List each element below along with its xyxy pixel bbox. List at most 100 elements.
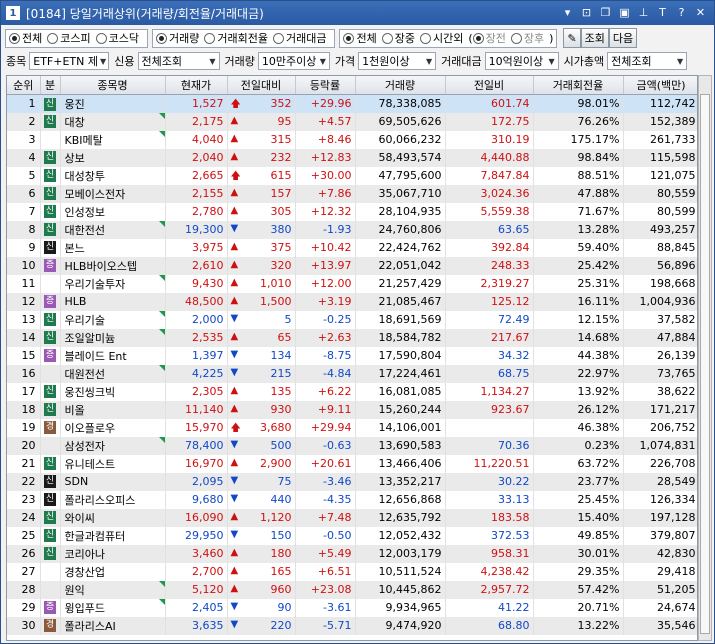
table-row[interactable]: 30 경 폴라리스AI 3,635 ▼ 220 -5.71 9,474,920 68.80 13.… — [7, 616, 697, 635]
cap-select[interactable]: 전체조회 ▼ — [607, 52, 688, 70]
stock-name-cell[interactable]: 우리기술 — [60, 310, 166, 329]
col-price[interactable]: 현재가 — [165, 76, 228, 95]
table-row[interactable]: 5 신 대성창투 2,665 🡅 615 +30.00 47,795,600 7,847.84 8… — [7, 166, 697, 185]
menu-icon[interactable]: ▾ — [560, 5, 575, 20]
table-row[interactable]: 18 신 비올 11,140 ▲ 930 +9.11 15,260,244 923.67 26.1… — [7, 400, 697, 419]
stock-name-cell[interactable]: 폴라리스AI — [60, 616, 166, 635]
stock-name-cell[interactable]: 우리기술투자 — [60, 274, 166, 293]
scrollbar-thumb[interactable] — [700, 94, 710, 634]
table-row[interactable]: 25 신 한글과컴퓨터 29,950 ▼ 150 -0.50 12,052,432 372.53… — [7, 526, 697, 545]
stock-name-cell[interactable]: 조일알미늄 — [60, 328, 166, 347]
radio-post-market[interactable]: 장후 — [510, 30, 544, 46]
radio-sort-amount[interactable]: 거래대금 — [272, 30, 326, 46]
table-row[interactable]: 24 신 와이씨 16,090 ▲ 1,120 +7.48 12,635,792 183.58 1… — [7, 508, 697, 527]
table-row[interactable]: 6 신 모베이스전자 2,155 ▲ 157 +7.86 35,067,710 3,024.36… — [7, 184, 697, 203]
stock-name-cell[interactable]: 대창 — [60, 112, 166, 131]
col-change[interactable]: 전일대비 — [227, 76, 296, 95]
volume-select[interactable]: 10만주이상 ▼ — [257, 52, 330, 70]
font-icon[interactable]: T — [655, 5, 670, 20]
table-row[interactable]: 26 신 코리아나 3,460 ▲ 180 +5.49 12,003,179 958.31 30.… — [7, 544, 697, 563]
stock-name-cell[interactable]: 대한전선 — [60, 220, 166, 239]
stock-name-cell[interactable]: 웅진씽크빅 — [60, 382, 166, 401]
stock-name-cell[interactable]: 이오플로우 — [60, 418, 166, 437]
table-row[interactable]: 7 신 인성정보 2,780 ▲ 305 +12.32 28,104,935 5,559.38 7… — [7, 202, 697, 221]
stock-name-cell[interactable]: 대성창투 — [60, 166, 166, 185]
table-row[interactable]: 2 신 대창 2,175 ▲ 95 +4.57 69,505,626 172.75 76.26% 1… — [7, 112, 697, 131]
radio-market-all[interactable]: 전체 — [9, 30, 42, 46]
help-icon[interactable]: ? — [674, 5, 689, 20]
stock-name-cell[interactable]: 한글과컴퓨터 — [60, 526, 166, 545]
table-row[interactable]: 29 증 윙입푸드 2,405 ▼ 90 -3.61 9,934,965 41.22 20.71%… — [7, 598, 697, 617]
stock-name-cell[interactable]: 대원전선 — [60, 364, 166, 383]
table-row[interactable]: 12 증 HLB 48,500 ▲ 1,500 +3.19 21,085,467 125.12 1… — [7, 292, 697, 311]
table-row[interactable]: 10 증 HLB바이오스텝 2,610 ▲ 320 +13.97 22,051,042 248.… — [7, 256, 697, 275]
table-row[interactable]: 3 KBI메탈 4,040 ▲ 315 +8.46 60,066,232 310.19 175.… — [7, 130, 697, 149]
table-row[interactable]: 16 대원전선 4,225 ▼ 215 -4.84 17,224,461 68.75 22.97… — [7, 364, 697, 383]
radio-sort-turnover[interactable]: 거래회전율 — [204, 30, 268, 46]
stock-name-cell[interactable]: 윙입푸드 — [60, 598, 166, 617]
col-prev-ratio[interactable]: 전일비 — [445, 76, 534, 95]
table-row[interactable]: 28 원익 5,120 ▲ 960 +23.08 10,445,862 2,957.72 57.… — [7, 580, 697, 599]
stock-name-cell[interactable]: 블레이드 Ent — [60, 346, 166, 365]
table-row[interactable]: 4 신 상보 2,040 ▲ 232 +12.83 58,493,574 4,440.88 98.… — [7, 148, 697, 167]
table-row[interactable]: 19 경 이오플로우 15,970 🡅 3,680 +29.94 14,106,001 46.3… — [7, 418, 697, 437]
close-icon[interactable]: ✕ — [693, 5, 708, 20]
stock-name-cell[interactable]: 인성정보 — [60, 202, 166, 221]
window-icon[interactable]: ❐ — [598, 5, 613, 20]
price-select[interactable]: 1천원이상 ▼ — [358, 52, 437, 70]
table-row[interactable]: 13 신 우리기술 2,000 ▼ 5 -0.25 18,691,569 72.49 12.15%… — [7, 310, 697, 329]
stock-name-cell[interactable]: SDN — [60, 472, 166, 491]
stock-name-cell[interactable]: 유니테스트 — [60, 454, 166, 473]
col-turnover[interactable]: 거래회전율 — [533, 76, 624, 95]
table-row[interactable]: 22 신 SDN 2,095 ▼ 75 -3.46 13,352,217 30.22 23.77%… — [7, 472, 697, 491]
radio-market-kospi[interactable]: 코스피 — [47, 30, 91, 46]
stock-name-cell[interactable]: 본느 — [60, 238, 166, 257]
table-row[interactable]: 8 신 대한전선 19,300 ▼ 380 -1.93 24,760,806 63.65 13.2… — [7, 220, 697, 239]
item-select[interactable]: ETF+ETN 제 ▼ — [29, 52, 110, 70]
col-amount[interactable]: 금액(백만) — [623, 76, 697, 95]
table-row[interactable]: 15 증 블레이드 Ent 1,397 ▼ 134 -8.75 17,590,804 34.32… — [7, 346, 697, 365]
table-row[interactable]: 9 신 본느 3,975 ▲ 375 +10.42 22,424,762 392.84 59.40… — [7, 238, 697, 257]
settings-button[interactable]: ✎ — [563, 28, 581, 48]
table-row[interactable]: 17 신 웅진씽크빅 2,305 ▲ 135 +6.22 16,081,085 1,134.27… — [7, 382, 697, 401]
stock-name-cell[interactable]: 웅진 — [60, 94, 166, 113]
vertical-scrollbar[interactable] — [698, 75, 712, 641]
credit-select[interactable]: 전체조회 ▼ — [137, 52, 220, 70]
m-icon[interactable]: ⊡ — [579, 5, 594, 20]
stock-name-cell[interactable]: 폴라리스오피스 — [60, 490, 166, 509]
copy-icon[interactable]: ▣ — [617, 5, 632, 20]
amount-select[interactable]: 10억원이상 ▼ — [484, 52, 559, 70]
stock-name-cell[interactable]: HLB바이오스텝 — [60, 256, 166, 275]
radio-session-afterhours[interactable]: 시간외 — [419, 30, 463, 46]
table-row[interactable]: 20 삼성전자 78,400 ▼ 500 -0.63 13,690,583 70.36 0.23… — [7, 436, 697, 455]
query-button[interactable]: 조회 — [580, 28, 609, 48]
stock-name-cell[interactable]: 원익 — [60, 580, 166, 599]
radio-session-all[interactable]: 전체 — [343, 30, 377, 46]
radio-pre-market[interactable]: 장전 — [472, 30, 506, 46]
pin-icon[interactable]: ⊥ — [636, 5, 651, 20]
radio-market-kosdaq[interactable]: 코스닥 — [95, 30, 139, 46]
stock-name-cell[interactable]: 와이씨 — [60, 508, 166, 527]
stock-name-cell[interactable]: 상보 — [60, 148, 166, 167]
stock-name-cell[interactable]: 삼성전자 — [60, 436, 166, 455]
col-rank[interactable]: 순위 — [7, 76, 41, 95]
next-button[interactable]: 다음 — [608, 28, 638, 48]
radio-sort-volume[interactable]: 거래량 — [156, 30, 199, 46]
stock-name-cell[interactable]: HLB — [60, 292, 166, 311]
col-volume[interactable]: 거래량 — [355, 76, 446, 95]
table-row[interactable]: 14 신 조일알미늄 2,535 ▲ 65 +2.63 18,584,782 217.67 14.… — [7, 328, 697, 347]
stock-name-cell[interactable]: 경창산업 — [60, 562, 166, 581]
col-rate[interactable]: 등락률 — [295, 76, 356, 95]
stock-name-cell[interactable]: 모베이스전자 — [60, 184, 166, 203]
stock-name-cell[interactable]: 코리아나 — [60, 544, 166, 563]
radio-session-market[interactable]: 장중 — [381, 30, 415, 46]
table-row[interactable]: 11 우리기술투자 9,430 ▲ 1,010 +12.00 21,257,429 2,319… — [7, 274, 697, 293]
col-name[interactable]: 종목명 — [60, 76, 166, 95]
table-row[interactable]: 23 신 폴라리스오피스 9,680 ▼ 440 -4.35 12,656,868 33.13 2… — [7, 490, 697, 509]
stock-name-cell[interactable]: 비올 — [60, 400, 166, 419]
table-row[interactable]: 1 신 웅진 1,527 🡅 352 +29.96 78,338,085 601.74 98.01… — [7, 94, 697, 113]
table-row[interactable]: 27 경창산업 2,700 ▲ 165 +6.51 10,511,524 4,238.42 29… — [7, 562, 697, 581]
col-type[interactable]: 분 — [40, 76, 61, 95]
table-row[interactable]: 21 신 유니테스트 16,970 ▲ 2,900 +20.61 13,466,406 11,2… — [7, 454, 697, 473]
stock-name-cell[interactable]: KBI메탈 — [60, 130, 166, 149]
